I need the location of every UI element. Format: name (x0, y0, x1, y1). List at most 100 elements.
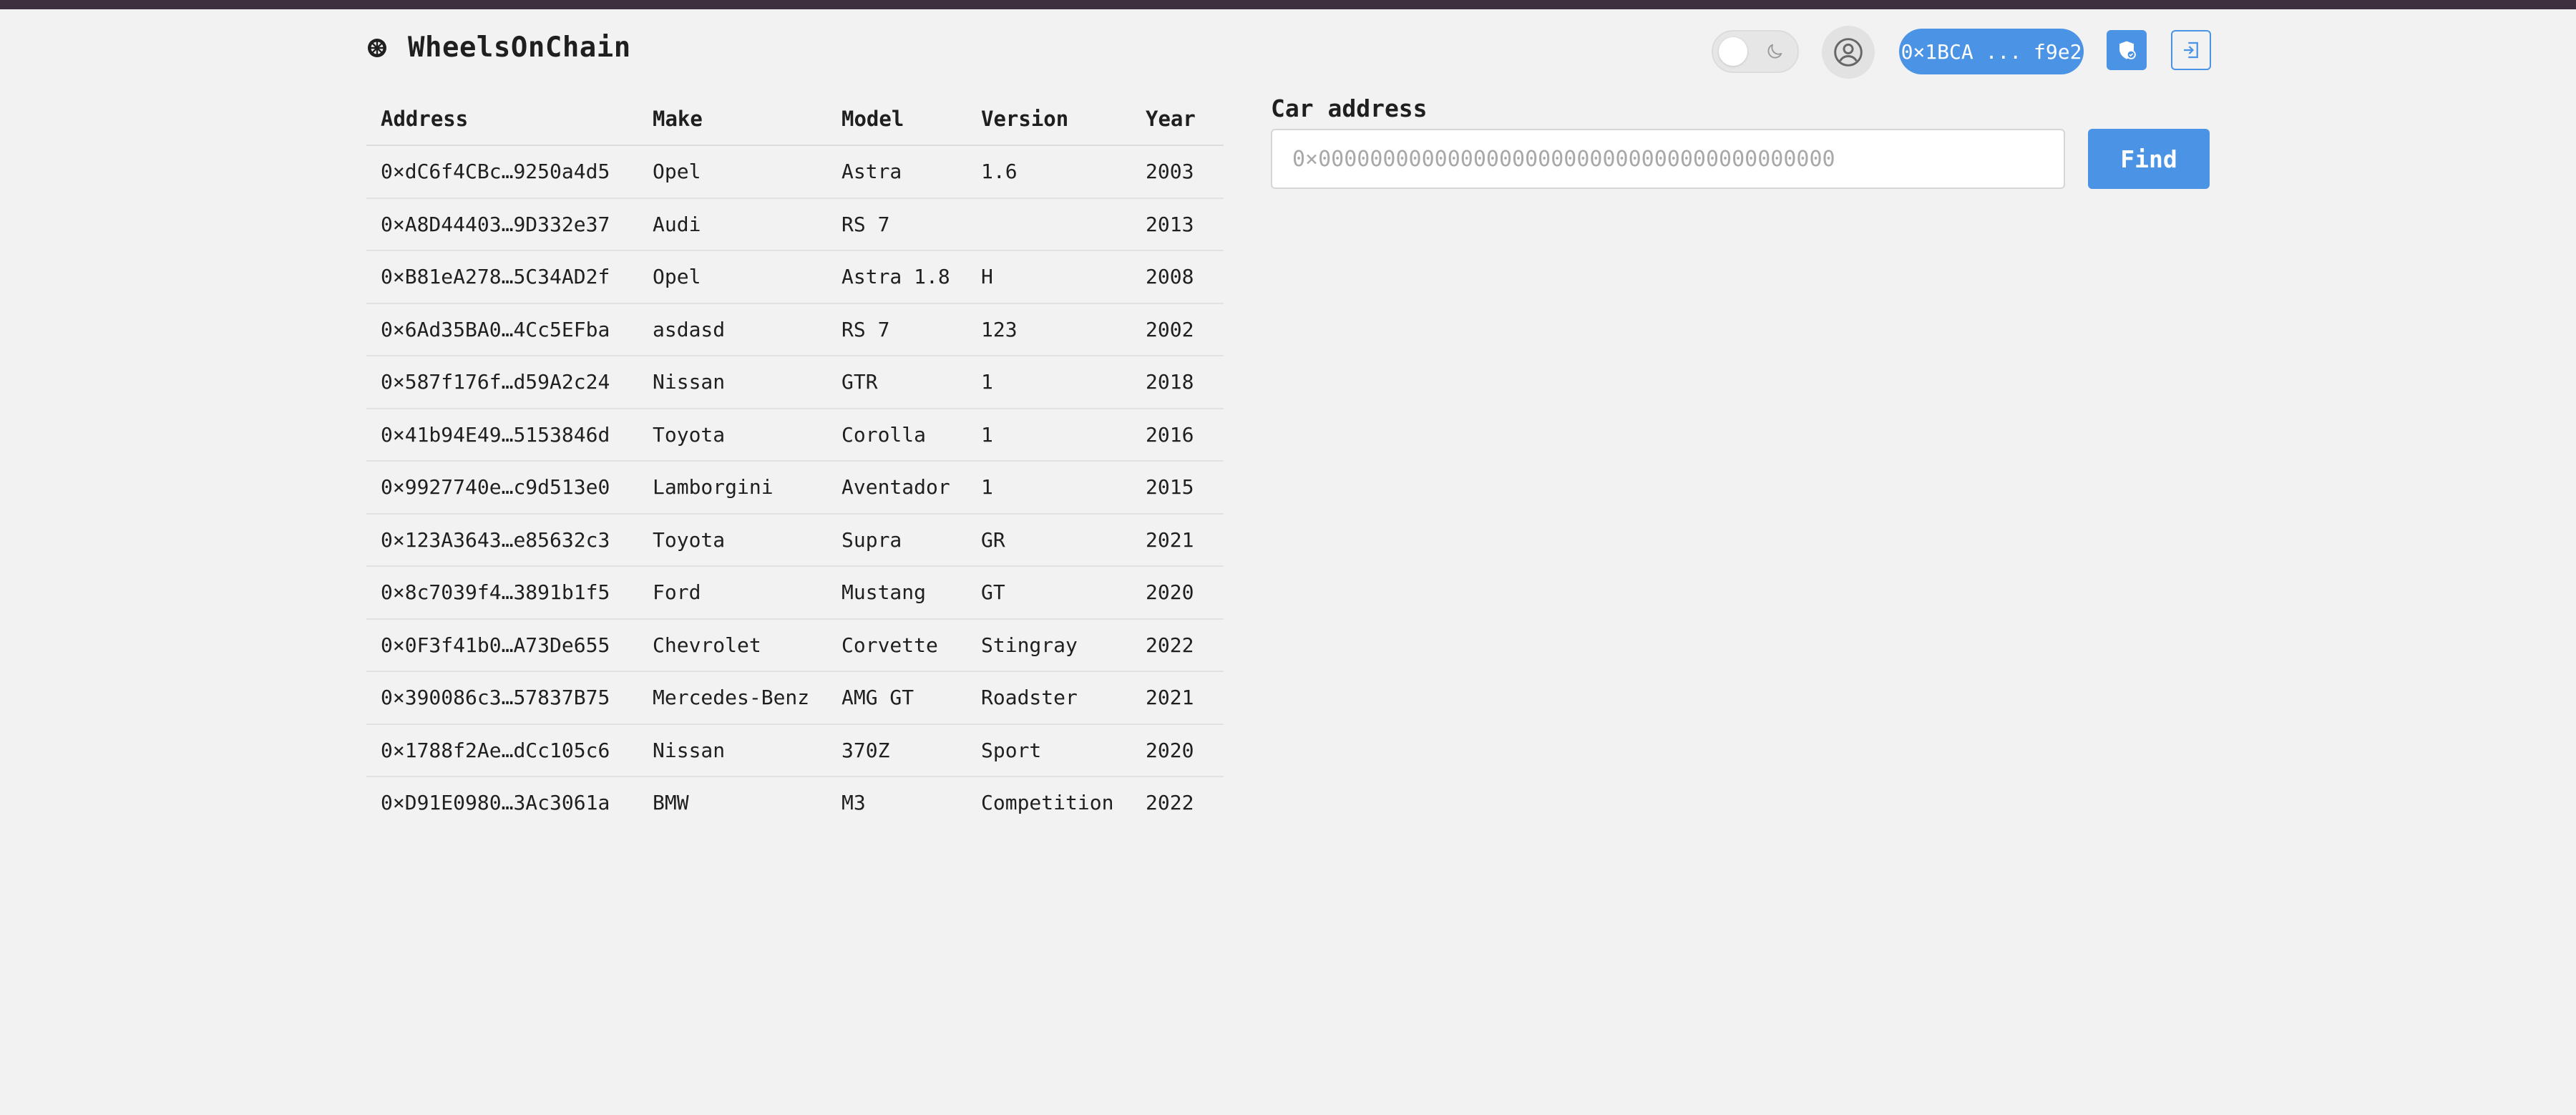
header-version: Version (981, 107, 1069, 131)
cell-model: Corolla (841, 422, 927, 447)
cell-year: 2020 (1146, 738, 1194, 762)
cell-year: 2021 (1146, 686, 1194, 710)
address-ellipsis: … (501, 160, 514, 184)
top-accent-bar (0, 0, 2576, 9)
cell-address: 0×8c7039f4… 3891b1f5 (366, 580, 653, 604)
toggle-knob (1719, 37, 1747, 66)
address-end: 5153846d (513, 422, 610, 447)
cell-make: Ford (653, 580, 701, 605)
cell-version: 123 (981, 317, 1018, 341)
profile-button[interactable] (1822, 26, 1875, 79)
address-end: 5C34AD2f (513, 265, 610, 289)
address-end: A73De655 (513, 633, 610, 657)
cell-year: 2002 (1146, 317, 1194, 341)
cell-make: Audi (653, 212, 701, 236)
cell-version: 1.6 (981, 160, 1018, 184)
cell-version: Stingray (981, 633, 1078, 657)
table-row[interactable]: 0×D91E0980… 3Ac3061a BMW M3 Competition 2022 (366, 777, 1224, 829)
cell-year: 2016 (1146, 422, 1194, 447)
cell-address: 0×9927740e… c9d513e0 (366, 475, 653, 499)
cell-address: 0×1788f2Ae… dCc105c6 (366, 739, 653, 762)
address-start: 0×587f176f (381, 370, 502, 394)
cell-version: GR (981, 527, 1005, 552)
cell-year: 2020 (1146, 580, 1194, 605)
cell-version: Sport (981, 738, 1042, 762)
car-address-label: Car address (1271, 94, 1428, 122)
table-row[interactable]: 0×0F3f41b0… A73De655 Chevrolet Corvette Stin… (366, 620, 1224, 672)
address-end: 3891b1f5 (513, 580, 610, 605)
address-start: 0×9927740e (381, 475, 502, 500)
header-model: Model (841, 107, 904, 131)
logout-button[interactable] (2171, 30, 2211, 70)
cell-address: 0×0F3f41b0… A73De655 (366, 633, 653, 657)
cell-model: Astra 1.8 (841, 265, 950, 289)
address-end: 9D332e37 (513, 212, 610, 236)
table-row[interactable]: 0×1788f2Ae… dCc105c6 Nissan 370Z Sport 2020 (366, 725, 1224, 777)
cell-address: 0×587f176f… d59A2c24 (366, 370, 653, 394)
address-start: 0×6Ad35BA0 (381, 317, 502, 341)
wallet-address-button[interactable]: 0×1BCA ... f9e2 (1899, 29, 2084, 74)
address-start: 0×A8D44403 (381, 212, 502, 236)
table-row[interactable]: 0×390086c3… 57837B75 Mercedes-Benz AMG GT Ro… (366, 672, 1224, 725)
address-ellipsis: … (501, 633, 514, 657)
address-ellipsis: … (501, 527, 514, 552)
admin-shield-button[interactable] (2107, 30, 2147, 70)
address-end: 4Cc5EFba (513, 317, 610, 341)
address-start: 0×390086c3 (381, 686, 502, 710)
table-row[interactable]: 0×8c7039f4… 3891b1f5 Ford Mustang GT 2020 (366, 567, 1224, 620)
table-row[interactable]: 0×41b94E49… 5153846d Toyota Corolla 1 2016 (366, 409, 1224, 462)
table-row[interactable]: 0×B81eA278… 5C34AD2f Opel Astra 1.8 H 2008 (366, 251, 1224, 304)
address-ellipsis: … (501, 370, 514, 394)
cell-version: GT (981, 580, 1005, 605)
cell-year: 2003 (1146, 160, 1194, 184)
address-end: 3Ac3061a (513, 791, 610, 815)
table-row[interactable]: 0×587f176f… d59A2c24 Nissan GTR 1 2018 (366, 356, 1224, 409)
cell-year: 2022 (1146, 791, 1194, 815)
theme-toggle[interactable] (1712, 30, 1799, 73)
table-body: 0×dC6f4CBc… 9250a4d5 Opel Astra 1.6 2003 0×A8D… (366, 146, 1224, 829)
header-address: Address (381, 107, 469, 131)
cell-model: Astra (841, 160, 902, 184)
address-ellipsis: … (501, 791, 514, 815)
car-address-input[interactable] (1271, 129, 2065, 189)
cell-year: 2013 (1146, 212, 1194, 236)
address-start: 0×8c7039f4 (381, 580, 502, 605)
find-button[interactable]: Find (2088, 129, 2210, 189)
address-ellipsis: … (501, 317, 514, 341)
cell-version: 1 (981, 422, 993, 447)
cell-address: 0×390086c3… 57837B75 (366, 686, 653, 709)
cell-make: Opel (653, 265, 701, 289)
cell-model: Supra (841, 527, 902, 552)
cell-year: 2008 (1146, 265, 1194, 289)
table-row[interactable]: 0×123A3643… e85632c3 Toyota Supra GR 2021 (366, 515, 1224, 567)
cell-model: Corvette (841, 633, 938, 657)
cell-version: H (981, 265, 993, 289)
address-start: 0×41b94E49 (381, 422, 502, 447)
cell-year: 2018 (1146, 370, 1194, 394)
cell-make: Mercedes-Benz (653, 686, 810, 710)
header-make: Make (653, 107, 703, 131)
table-header: Address Make Model Version Year (366, 93, 1224, 146)
cell-version: 1 (981, 475, 993, 500)
address-start: 0×0F3f41b0 (381, 633, 502, 657)
table-row[interactable]: 0×6Ad35BA0… 4Cc5EFba asdasd RS 7 123 2002 (366, 304, 1224, 356)
table-row[interactable]: 0×A8D44403… 9D332e37 Audi RS 7 2013 (366, 199, 1224, 251)
cell-model: RS 7 (841, 317, 890, 341)
cell-year: 2021 (1146, 527, 1194, 552)
table-row[interactable]: 0×9927740e… c9d513e0 Lamborgini Aventador 1 2… (366, 462, 1224, 515)
wheel-icon (368, 38, 386, 57)
address-start: 0×B81eA278 (381, 265, 502, 289)
cell-year: 2015 (1146, 475, 1194, 500)
address-end: d59A2c24 (513, 370, 610, 394)
brand[interactable]: WheelsOnChain (366, 31, 631, 64)
cell-make: asdasd (653, 317, 726, 341)
cell-address: 0×B81eA278… 5C34AD2f (366, 265, 653, 288)
shield-icon (2119, 41, 2136, 59)
cell-make: Lamborgini (653, 475, 774, 500)
table-row[interactable]: 0×dC6f4CBc… 9250a4d5 Opel Astra 1.6 2003 (366, 146, 1224, 199)
address-end: c9d513e0 (513, 475, 610, 500)
address-ellipsis: … (501, 212, 514, 236)
address-start: 0×D91E0980 (381, 791, 502, 815)
address-end: e85632c3 (513, 527, 610, 552)
address-start: 0×dC6f4CBc (381, 160, 502, 184)
